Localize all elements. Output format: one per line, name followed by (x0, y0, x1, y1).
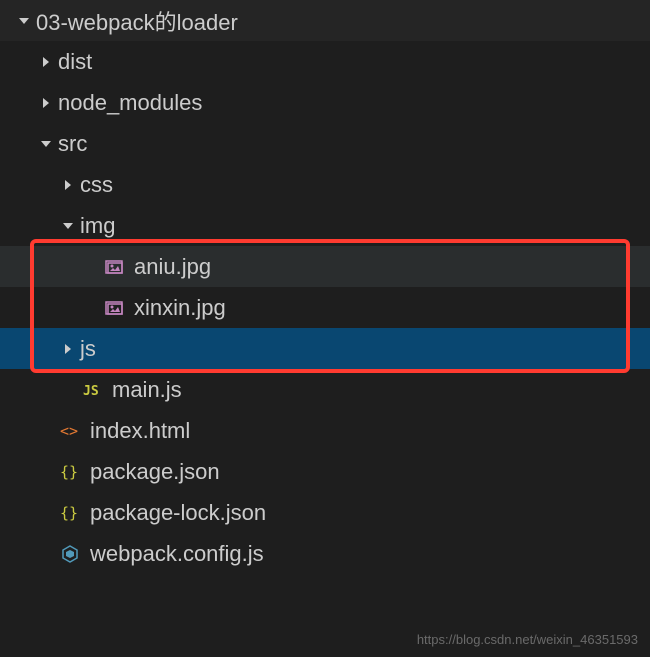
folder-label: 03-webpack的loader (36, 5, 238, 37)
image-icon (102, 255, 126, 279)
folder-label: src (58, 131, 87, 157)
tree-folder-src[interactable]: src (0, 123, 650, 164)
chevron-right-icon (34, 91, 58, 115)
chevron-down-icon (12, 9, 36, 33)
file-label: package-lock.json (90, 500, 266, 526)
tree-folder-node-modules[interactable]: node_modules (0, 82, 650, 123)
file-label: aniu.jpg (134, 254, 211, 280)
tree-folder-img[interactable]: img (0, 205, 650, 246)
tree-file-package-json[interactable]: {} package.json (0, 451, 650, 492)
folder-label: img (80, 213, 115, 239)
file-label: index.html (90, 418, 190, 444)
chevron-right-icon (56, 173, 80, 197)
tree-folder-dist[interactable]: dist (0, 41, 650, 82)
folder-label: js (80, 336, 96, 362)
tree-folder-js[interactable]: js (0, 328, 650, 369)
svg-text:{}: {} (60, 463, 78, 481)
chevron-right-icon (56, 337, 80, 361)
svg-text:<>: <> (60, 422, 78, 440)
folder-label: dist (58, 49, 92, 75)
json-icon: {} (58, 460, 82, 484)
html-icon: <> (58, 419, 82, 443)
svg-text:JS: JS (83, 384, 99, 399)
tree-folder-root[interactable]: 03-webpack的loader (0, 0, 650, 41)
json-icon: {} (58, 501, 82, 525)
webpack-icon (58, 542, 82, 566)
folder-label: node_modules (58, 90, 202, 116)
watermark: https://blog.csdn.net/weixin_46351593 (417, 632, 638, 647)
tree-folder-css[interactable]: css (0, 164, 650, 205)
file-label: webpack.config.js (90, 541, 264, 567)
chevron-right-icon (34, 50, 58, 74)
svg-text:{}: {} (60, 504, 78, 522)
folder-label: css (80, 172, 113, 198)
file-label: package.json (90, 459, 220, 485)
tree-file-webpack-config[interactable]: webpack.config.js (0, 533, 650, 574)
image-icon (102, 296, 126, 320)
tree-file-main-js[interactable]: JS main.js (0, 369, 650, 410)
file-label: xinxin.jpg (134, 295, 226, 321)
file-label: main.js (112, 377, 182, 403)
tree-file-xinxin[interactable]: xinxin.jpg (0, 287, 650, 328)
js-icon: JS (80, 378, 104, 402)
tree-file-package-lock-json[interactable]: {} package-lock.json (0, 492, 650, 533)
chevron-down-icon (34, 132, 58, 156)
tree-file-aniu[interactable]: aniu.jpg (0, 246, 650, 287)
tree-file-index-html[interactable]: <> index.html (0, 410, 650, 451)
chevron-down-icon (56, 214, 80, 238)
